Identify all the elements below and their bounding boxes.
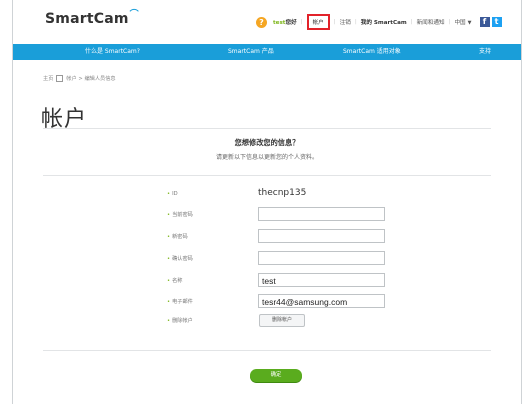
logout-link[interactable]: 注销 [340, 18, 351, 26]
wifi-icon: ⌒ [129, 10, 139, 20]
region-selector[interactable]: 中国 ▼ [454, 18, 471, 26]
divider: | [410, 19, 413, 25]
divider: | [448, 19, 451, 25]
page-frame: SmartCam⌒ ? test您好 | 帐户 | 注销 | 我的 SmartC… [12, 0, 522, 404]
email-label: 电子邮件 [167, 298, 193, 305]
smartcam-logo[interactable]: SmartCam⌒ [45, 10, 139, 27]
id-label: ID [167, 191, 178, 197]
id-value: thecnp135 [258, 188, 307, 198]
breadcrumb-home[interactable]: 主页 [43, 75, 53, 82]
top-links: ? test您好 | 帐户 | 注销 | 我的 SmartCam | 新闻和通知… [256, 14, 504, 30]
news-notice-link[interactable]: 新闻和通知 [417, 18, 445, 26]
email-input[interactable]: tesr44@samsung.com [258, 294, 385, 308]
delete-account-button[interactable]: 删除帐户 [259, 314, 305, 327]
breadcrumb: 主页 帐户 > 编辑人员信息 [43, 75, 116, 82]
name-input[interactable]: test [258, 273, 385, 287]
user-greeting: test您好 [273, 18, 297, 26]
nav-item-products[interactable]: SmartCam 产品 [228, 44, 274, 60]
account-link[interactable]: 帐户 [306, 14, 330, 30]
nav-item-use-cases[interactable]: SmartCam 适用对象 [343, 44, 401, 60]
current-password-label: 当前密码 [167, 211, 193, 218]
top-header: SmartCam⌒ ? test您好 | 帐户 | 注销 | 我的 SmartC… [13, 0, 521, 44]
breadcrumb-current: 编辑人员信息 [84, 76, 116, 82]
new-password-input[interactable] [258, 229, 385, 243]
chevron-down-icon: ▼ [467, 20, 472, 26]
divider-bottom [43, 350, 491, 351]
divider: | [333, 19, 336, 25]
nav-item-support[interactable]: 支持 [479, 44, 491, 60]
form-subtitle: 请更新以下信息以更新您的个人资料。 [215, 154, 318, 161]
breadcrumb-account[interactable]: 帐户 [66, 75, 76, 82]
form-question: 您想修改您的信息？ [234, 138, 300, 147]
new-password-label: 新密码 [167, 233, 188, 240]
divider: | [354, 19, 357, 25]
nav-item-what-is-smartcam[interactable]: 什么是 SmartCam? [85, 44, 140, 60]
confirm-password-label: 确认密码 [167, 255, 193, 262]
twitter-icon[interactable]: t [491, 17, 502, 27]
divider-top [43, 128, 491, 129]
divider-mid [43, 175, 491, 176]
delete-account-label: 删除帐户 [167, 317, 193, 324]
social-links: f t [479, 17, 504, 27]
breadcrumb-separator: > [76, 75, 85, 82]
facebook-icon[interactable]: f [479, 17, 490, 27]
home-icon [56, 75, 64, 82]
current-password-input[interactable] [258, 207, 385, 221]
divider: | [300, 19, 303, 25]
greeting-suffix: 您好 [285, 20, 297, 26]
confirm-button[interactable]: 确定 [250, 369, 302, 382]
help-icon[interactable]: ? [256, 16, 267, 28]
confirm-password-input[interactable] [258, 251, 385, 265]
greeting-username: test [273, 20, 286, 26]
logo-text: SmartCam [45, 11, 129, 27]
main-nav: 什么是 SmartCam? SmartCam 产品 SmartCam 适用对象 … [13, 44, 521, 60]
region-label: 中国 [454, 20, 466, 26]
my-smartcam-link[interactable]: 我的 SmartCam [361, 18, 407, 26]
name-label: 名称 [167, 277, 182, 284]
